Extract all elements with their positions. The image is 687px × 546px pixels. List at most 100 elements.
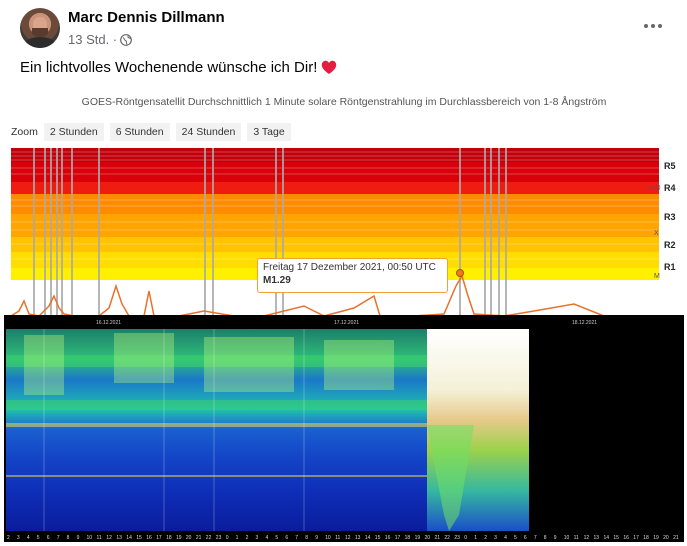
hour-tick-label: 6	[285, 535, 288, 541]
hour-tick-label: 1	[236, 535, 239, 541]
zoom-6h-button[interactable]: 6 Stunden	[109, 123, 170, 141]
post-message: Ein lichtvolles Wochenende wünsche ich D…	[20, 59, 318, 76]
hour-tick-label: 12	[584, 535, 590, 541]
hour-tick-label: 5	[514, 535, 517, 541]
band-label-r5: R5	[664, 161, 676, 171]
hour-tick-label: 9	[315, 535, 318, 541]
hour-tick-label: 10	[87, 535, 93, 541]
date-label-2: 17.12.2021	[334, 320, 359, 326]
hour-tick-label: 12	[345, 535, 351, 541]
hour-tick-label: 11	[97, 535, 102, 541]
more-options-button[interactable]	[641, 14, 665, 38]
class-label-m: M	[654, 273, 660, 280]
hour-tick-label: 20	[663, 535, 669, 541]
hour-tick-label: 16	[623, 535, 629, 541]
post-image[interactable]: GOES-Röntgensatellit Durchschnittlich 1 …	[4, 88, 684, 542]
hour-tick-label: 15	[375, 535, 381, 541]
post-meta: 13 Std. ·	[68, 32, 133, 47]
hour-tick-label: 20	[186, 535, 192, 541]
date-label-1: 16.12.2021	[96, 320, 121, 326]
schumann-spectrogram: 16.12.2021 17.12.2021 18.12.2021 2345678…	[4, 315, 684, 542]
hour-tick-label: 13	[355, 535, 361, 541]
hour-tick-label: 2	[246, 535, 249, 541]
hour-tick-label: 11	[335, 535, 340, 541]
hour-tick-label: 2	[7, 535, 10, 541]
hour-tick-label: 2	[484, 535, 487, 541]
hour-tick-label: 19	[415, 535, 421, 541]
hour-tick-label: 15	[136, 535, 142, 541]
hour-tick-label: 4	[266, 535, 269, 541]
avatar[interactable]	[20, 8, 60, 48]
zoom-3d-button[interactable]: 3 Tage	[247, 123, 291, 141]
hour-tick-label: 10	[325, 535, 331, 541]
hour-tick-label: 1	[474, 535, 477, 541]
hour-tick-label: 17	[395, 535, 401, 541]
date-label-3: 18.12.2021	[572, 320, 597, 326]
hour-tick-label: 6	[524, 535, 527, 541]
post-header: Marc Dennis Dillmann 13 Std. ·	[0, 0, 687, 58]
hour-tick-label: 23	[216, 535, 222, 541]
hour-tick-label: 14	[365, 535, 371, 541]
hour-tick-label: 15	[613, 535, 619, 541]
hour-tick-label: 3	[17, 535, 20, 541]
hour-tick-label: 18	[405, 535, 411, 541]
goes-xray-chart: GOES-Röntgensatellit Durchschnittlich 1 …	[4, 88, 684, 316]
hour-tick-label: 8	[544, 535, 547, 541]
tooltip-date: Freitag 17 Dezember 2021, 00:50 UTC	[263, 262, 436, 273]
hour-tick-label: 8	[305, 535, 308, 541]
post-time[interactable]: 13 Std. ·	[68, 32, 117, 47]
hour-tick-label: 16	[146, 535, 152, 541]
chart-title: GOES-Röntgensatellit Durchschnittlich 1 …	[81, 96, 607, 108]
tooltip-value: M1.29	[263, 275, 291, 286]
hour-tick-label: 14	[604, 535, 610, 541]
band-label-r1: R1	[664, 262, 676, 272]
hour-tick-label: 14	[126, 535, 132, 541]
zoom-label: Zoom	[11, 126, 38, 138]
hour-tick-label: 18	[643, 535, 649, 541]
hour-tick-label: 21	[196, 535, 202, 541]
hour-tick-label: 10	[564, 535, 570, 541]
class-label-x: X	[654, 230, 659, 237]
hour-tick-label: 4	[504, 535, 507, 541]
hour-tick-label: 9	[77, 535, 80, 541]
band-label-r4: R4	[664, 183, 676, 193]
hour-tick-label: 7	[295, 535, 298, 541]
band-label-r3: R3	[664, 212, 676, 222]
hour-tick-label: 11	[574, 535, 579, 541]
hour-tick-label: 19	[653, 535, 659, 541]
hour-tick-label: 16	[385, 535, 391, 541]
zoom-2h-button[interactable]: 2 Stunden	[43, 123, 104, 141]
post-text: Ein lichtvolles Wochenende wünsche ich D…	[20, 59, 337, 76]
hour-tick-label: 4	[27, 535, 30, 541]
hour-tick-label: 23	[454, 535, 460, 541]
flare-tooltip: Freitag 17 Dezember 2021, 00:50 UTC M1.2…	[257, 258, 448, 293]
hour-tick-label: 20	[425, 535, 431, 541]
hour-tick-label: 9	[554, 535, 557, 541]
hour-tick-label: 3	[256, 535, 259, 541]
author-name[interactable]: Marc Dennis Dillmann	[68, 9, 225, 26]
zoom-24h-button[interactable]: 24 Stunden	[175, 123, 242, 141]
hour-tick-label: 12	[106, 535, 112, 541]
hour-tick-label: 8	[67, 535, 70, 541]
hour-tick-label: 17	[156, 535, 162, 541]
hour-tick-label: 5	[275, 535, 278, 541]
hour-tick-label: 21	[673, 535, 679, 541]
hour-tick-label: 0	[226, 535, 229, 541]
hour-tick-label: 19	[176, 535, 182, 541]
hour-tick-label: 18	[166, 535, 172, 541]
hour-tick-label: 22	[206, 535, 212, 541]
class-label-x10: X10	[648, 185, 661, 192]
hour-tick-label: 13	[116, 535, 122, 541]
hour-tick-label: 22	[444, 535, 450, 541]
hour-tick-label: 7	[534, 535, 537, 541]
band-label-r2: R2	[664, 240, 676, 250]
red-heart-icon	[322, 60, 337, 74]
hour-tick-label: 7	[57, 535, 60, 541]
globe-icon	[120, 33, 133, 46]
zoom-controls: Zoom 2 Stunden 6 Stunden 24 Stunden 3 Ta…	[11, 123, 291, 141]
hour-tick-label: 21	[435, 535, 441, 541]
hour-tick-label: 0	[464, 535, 467, 541]
hour-tick-label: 5	[37, 535, 40, 541]
hour-tick-label: 17	[633, 535, 639, 541]
more-dots-icon	[644, 24, 648, 28]
